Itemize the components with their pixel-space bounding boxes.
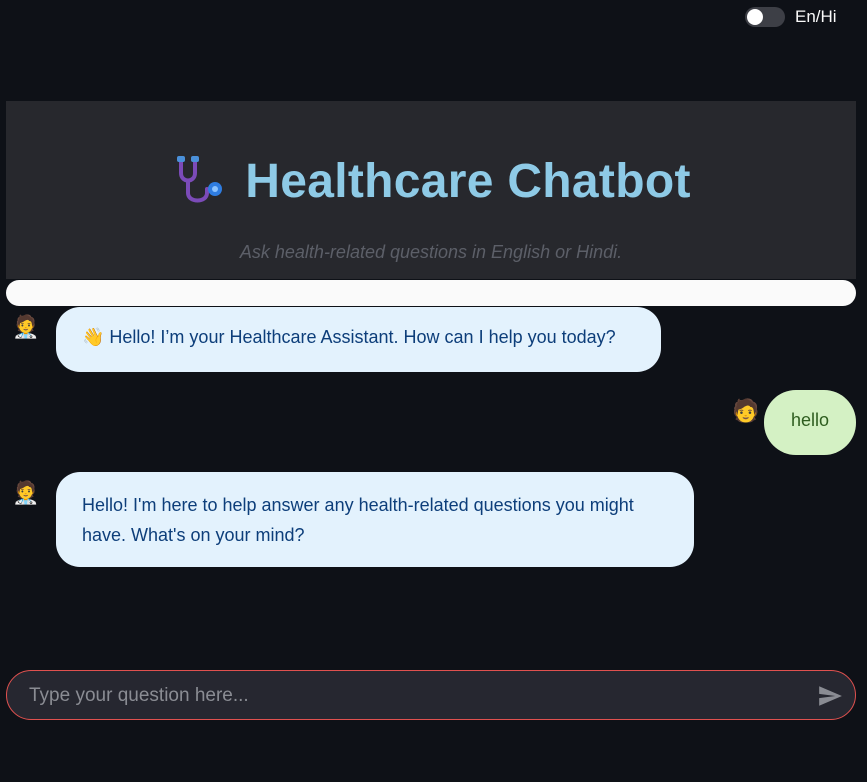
language-toggle[interactable]: En/Hi [745, 7, 837, 27]
send-icon[interactable] [817, 683, 843, 709]
toggle-knob [747, 9, 763, 25]
header-title-row: Healthcare Chatbot [6, 153, 856, 209]
app-header: Healthcare Chatbot Ask health-related qu… [6, 101, 856, 279]
stethoscope-icon [177, 156, 223, 203]
header-divider-bar [6, 280, 856, 306]
toggle-switch[interactable] [745, 7, 785, 27]
user-message: hello [764, 390, 856, 455]
chat-app: En/Hi Healthcare Chatbot Ask health-rela… [0, 0, 867, 782]
assistant-avatar: 🧑‍⚕️ [12, 480, 40, 505]
user-avatar: 🧑 [732, 398, 760, 423]
page-title: Healthcare Chatbot [245, 154, 691, 208]
chat-input-container [6, 670, 856, 721]
page-subtitle: Ask health-related questions in English … [239, 242, 623, 262]
chat-input[interactable] [27, 671, 811, 721]
assistant-avatar: 🧑‍⚕️ [12, 314, 40, 339]
assistant-message: 👋 Hello! I’m your Healthcare Assistant. … [56, 307, 661, 372]
toggle-label: En/Hi [795, 7, 837, 26]
assistant-message: Hello! I'm here to help answer any healt… [56, 472, 694, 567]
